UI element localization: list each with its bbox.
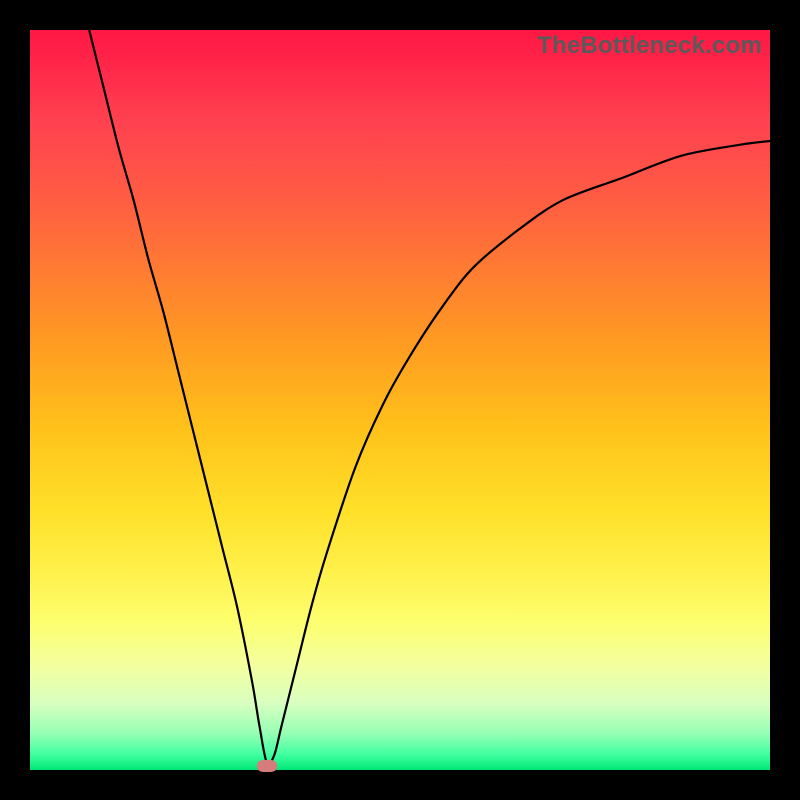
bottleneck-curve — [30, 30, 770, 770]
plot-area: TheBottleneck.com — [30, 30, 770, 770]
optimal-point-marker — [257, 760, 277, 772]
chart-frame: TheBottleneck.com — [0, 0, 800, 800]
